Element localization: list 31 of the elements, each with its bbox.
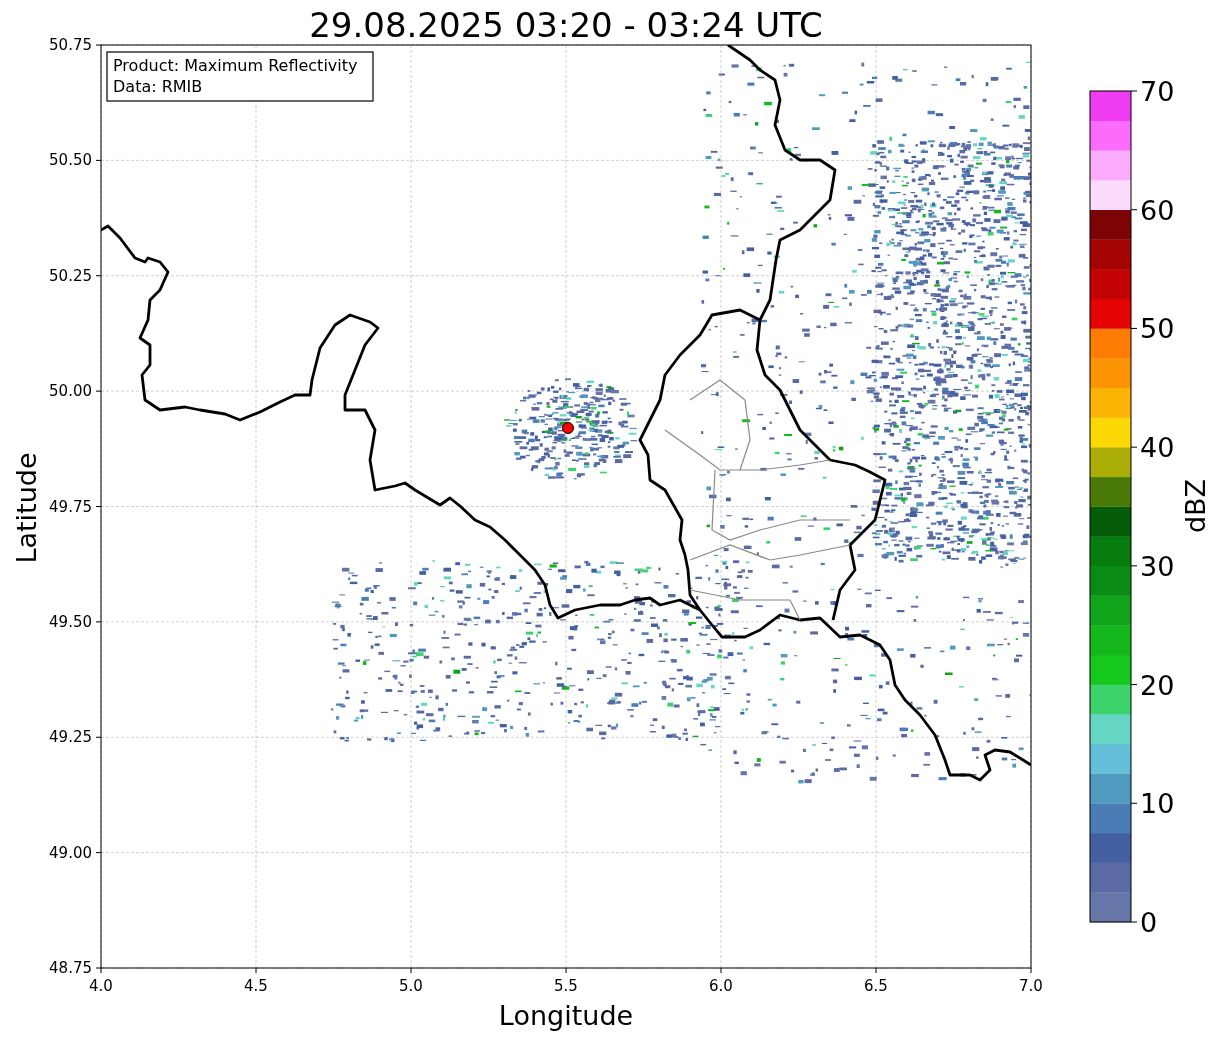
colorbar-label: dBZ	[1180, 478, 1211, 534]
y-tick-label: 49.00	[49, 843, 92, 862]
colorbar-tick-label: 70	[1140, 76, 1175, 107]
x-tick-label: 5.5	[554, 977, 578, 995]
x-tick-label: 4.0	[89, 977, 113, 995]
colorbar-tick-label: 30	[1140, 550, 1175, 582]
y-axis-label: Latitude	[11, 452, 42, 564]
colorbar-tick-label: 10	[1140, 788, 1175, 820]
radar-site-marker	[562, 422, 574, 434]
colorbar-tick-label: 40	[1140, 432, 1175, 464]
x-tick-label: 4.5	[244, 977, 268, 995]
colorbar-tick-label: 0	[1140, 907, 1158, 938]
x-tick-label: 6.0	[709, 977, 733, 995]
y-tick-label: 50.00	[49, 382, 92, 401]
chart-title: 29.08.2025 03:20 - 03:24 UTC	[309, 5, 823, 45]
colorbar-tick-label: 20	[1140, 669, 1175, 701]
x-tick-label: 7.0	[1019, 977, 1043, 995]
x-tick-label: 6.5	[864, 977, 888, 995]
colorbar-tick-label: 50	[1140, 313, 1175, 345]
y-tick-label: 49.25	[49, 728, 92, 747]
y-tick-label: 50.25	[49, 266, 92, 285]
y-tick-label: 49.75	[49, 497, 92, 516]
y-tick-label: 50.75	[49, 36, 92, 54]
info-text: Product: Maximum Reflectivity	[113, 56, 358, 75]
info-text: Data: RMIB	[113, 77, 203, 96]
colorbar-tick-label: 60	[1140, 194, 1175, 226]
x-axis-label: Longitude	[498, 1000, 634, 1031]
x-tick-label: 5.0	[399, 977, 423, 995]
y-tick-label: 48.75	[49, 959, 92, 977]
y-tick-label: 50.50	[49, 151, 92, 170]
y-tick-label: 49.50	[49, 612, 92, 631]
